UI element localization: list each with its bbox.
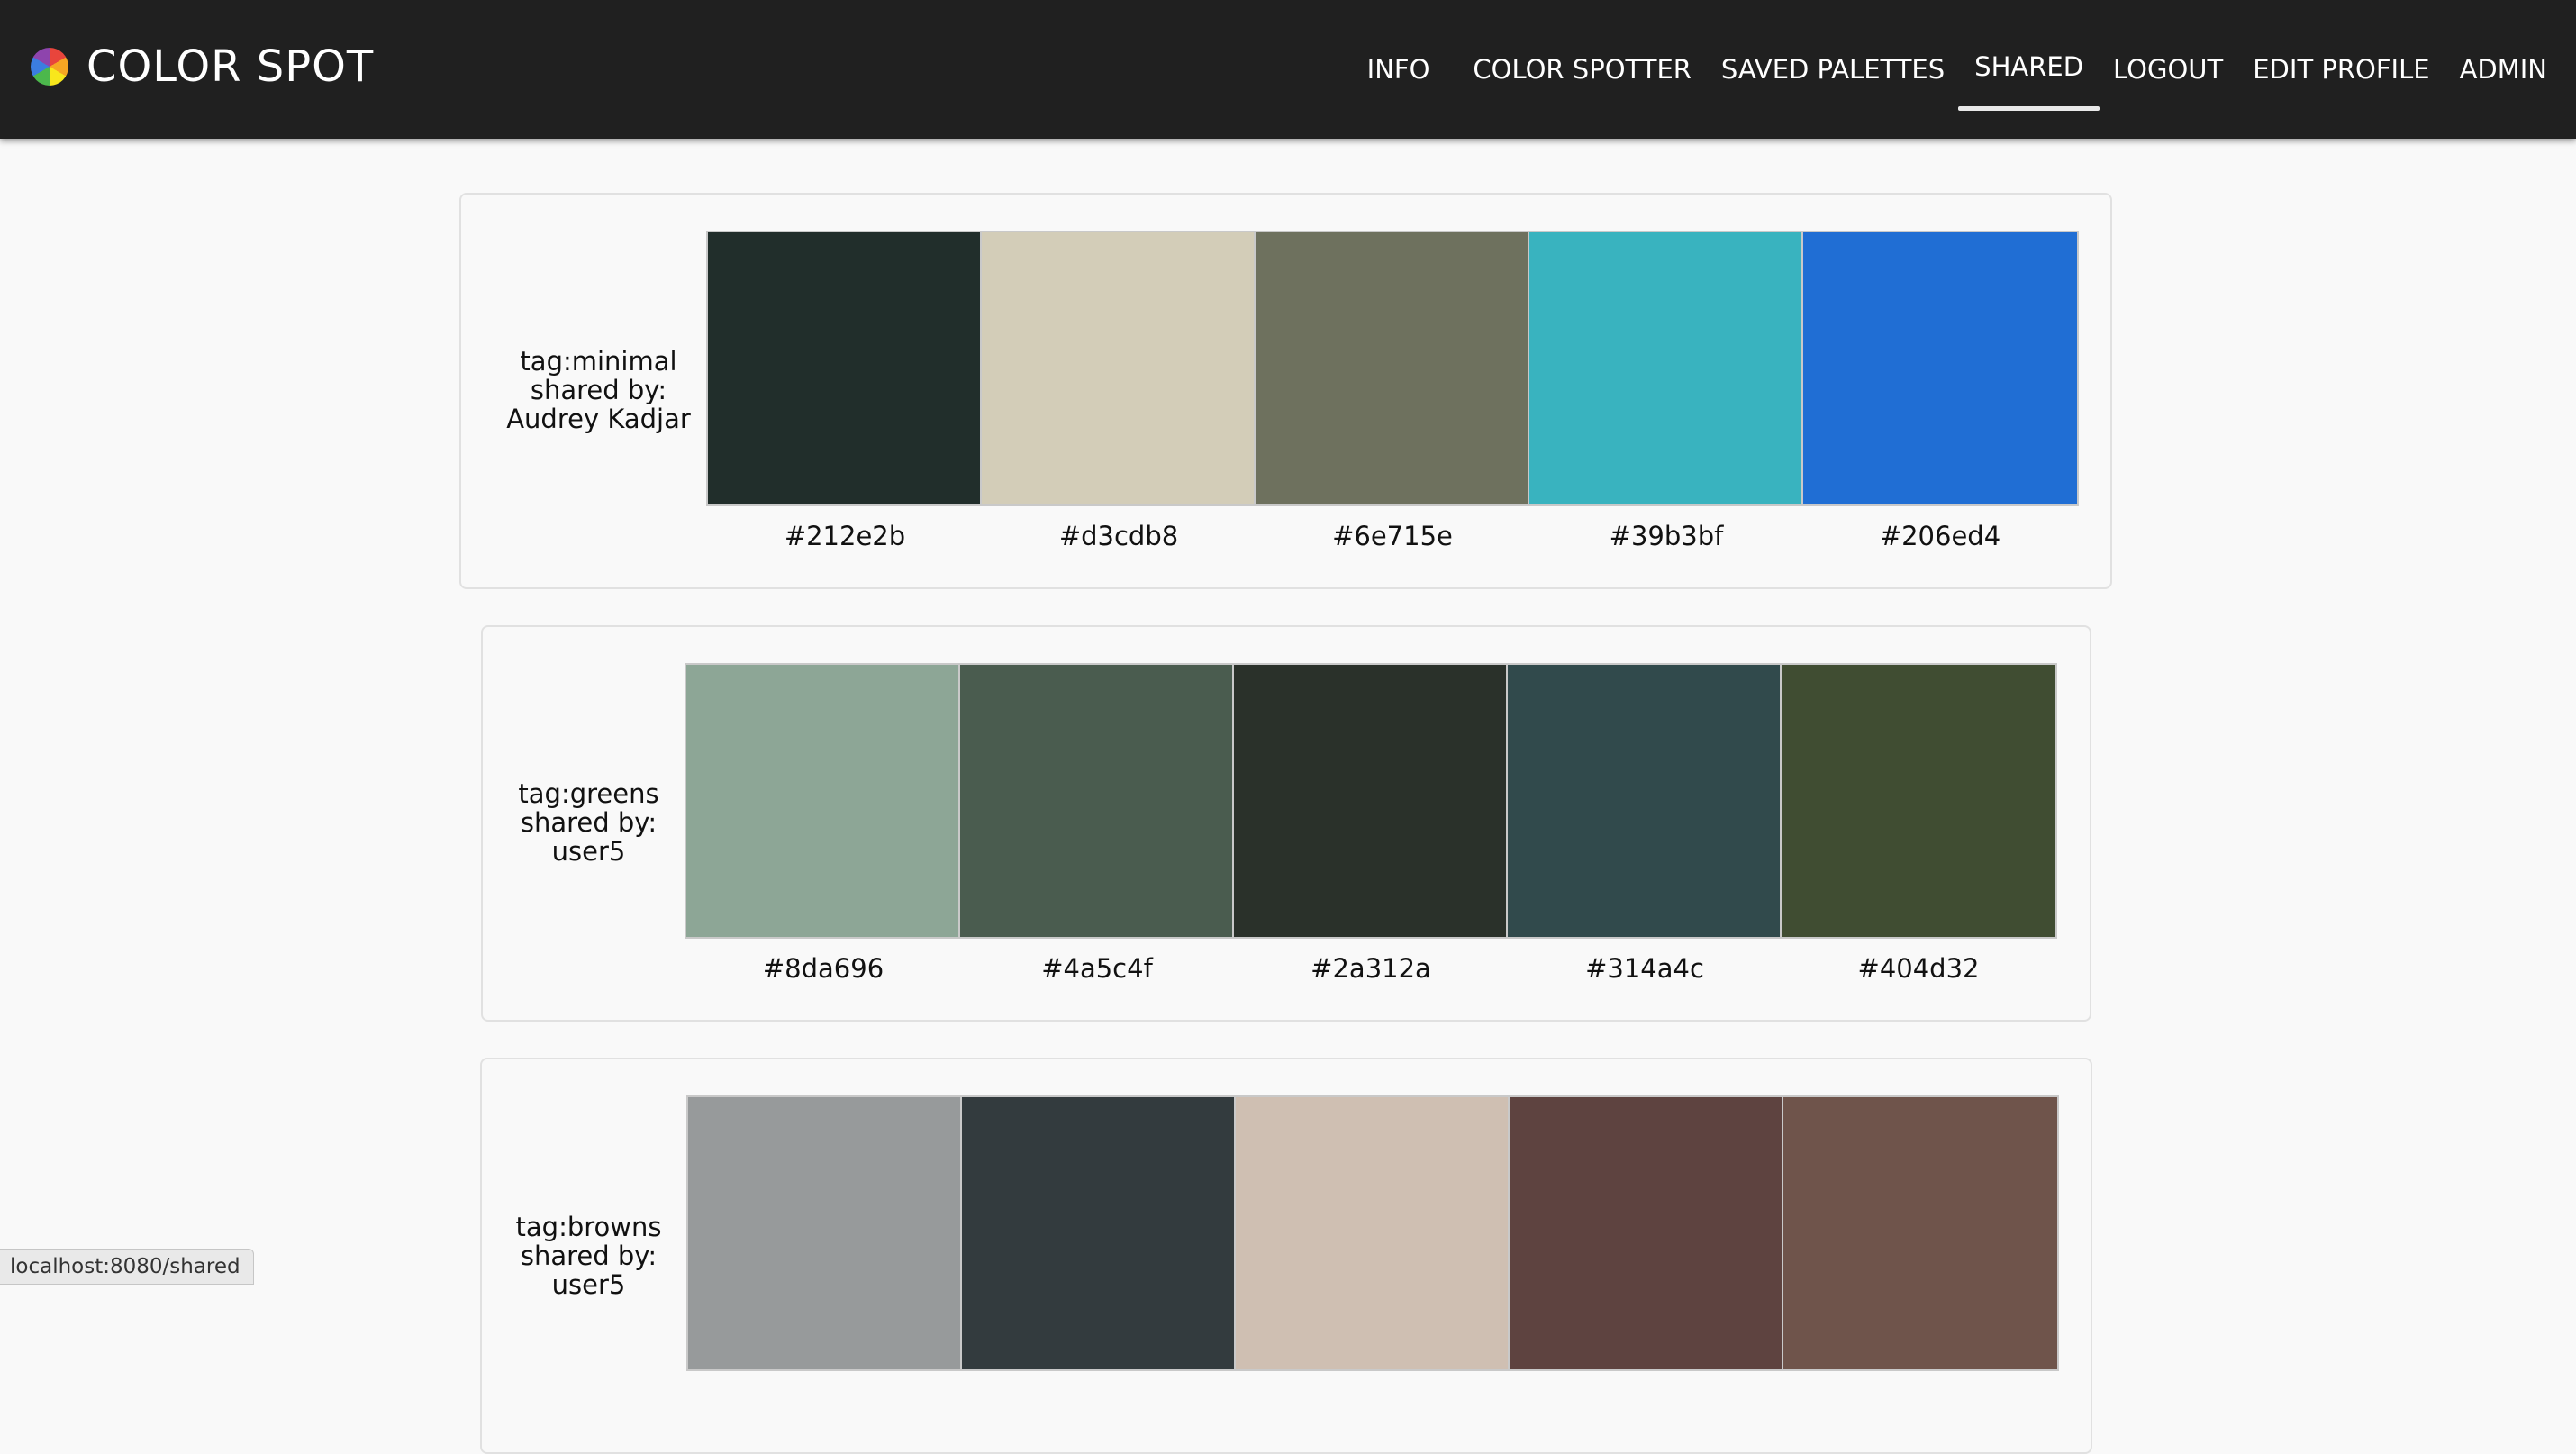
nav-logout[interactable]: LOGOUT: [2113, 45, 2223, 94]
color-swatch[interactable]: [708, 232, 982, 504]
top-navigation-bar: COLOR SPOT INFO COLOR SPOTTER SAVED PALE…: [0, 0, 2576, 139]
hex-label: #d3cdb8: [1058, 521, 1179, 551]
color-swatch[interactable]: [1803, 232, 2077, 504]
nav-admin[interactable]: ADMIN: [2460, 45, 2547, 94]
color-swatch[interactable]: [960, 665, 1234, 937]
nav-info[interactable]: INFO: [1367, 45, 1430, 94]
nav-edit-profile[interactable]: EDIT PROFILE: [2253, 45, 2429, 94]
hex-label: #8da696: [762, 953, 884, 984]
palette-tag: tag:greens: [518, 778, 659, 809]
palette-meta: tag:greens shared by: user5: [483, 779, 694, 866]
hex-label: #404d32: [1857, 953, 1980, 984]
color-swatch[interactable]: [1529, 232, 1803, 504]
palette-swatches: [686, 1095, 2059, 1371]
color-swatch[interactable]: [1510, 1097, 1783, 1369]
color-swatch[interactable]: [982, 232, 1256, 504]
shared-palettes-list: tag:minimal shared by: Audrey Kadjar #21…: [0, 139, 2576, 1454]
nav-color-spotter[interactable]: COLOR SPOTTER: [1473, 45, 1692, 94]
color-swatch[interactable]: [1234, 665, 1508, 937]
shared-by-label: shared by:: [530, 375, 667, 405]
color-swatch[interactable]: [1783, 1097, 2057, 1369]
brand-title: COLOR SPOT: [86, 41, 375, 92]
palette-tag: tag:minimal: [520, 346, 677, 377]
hex-label: #2a312a: [1311, 953, 1431, 984]
palette-swatches: [706, 231, 2079, 506]
hex-label: #39b3bf: [1609, 521, 1724, 551]
color-wheel-icon: [31, 48, 68, 86]
shared-by-user: user5: [551, 1269, 626, 1300]
color-swatch[interactable]: [1256, 232, 1529, 504]
shared-by-user: user5: [551, 836, 626, 867]
color-swatch[interactable]: [686, 665, 960, 937]
main-nav: INFO COLOR SPOTTER SAVED PALETTES SHARED…: [1367, 0, 2547, 139]
shared-by-label: shared by:: [520, 1240, 658, 1271]
nav-shared[interactable]: SHARED: [1958, 42, 2100, 111]
browser-status-url: localhost:8080/shared: [0, 1249, 254, 1285]
shared-by-user: Audrey Kadjar: [506, 404, 691, 434]
palette-swatches: [685, 663, 2057, 939]
hex-label: #314a4c: [1585, 953, 1704, 984]
palette-card: tag:greens shared by: user5 #8da696 #4a5…: [481, 625, 2091, 1022]
hex-labels: #212e2b #d3cdb8 #6e715e #39b3bf #206ed4: [708, 521, 2077, 551]
color-swatch[interactable]: [962, 1097, 1236, 1369]
palette-tag: tag:browns: [515, 1212, 662, 1242]
hex-label: #6e715e: [1332, 521, 1453, 551]
hex-label: #4a5c4f: [1041, 953, 1153, 984]
shared-by-label: shared by:: [520, 807, 658, 838]
palette-meta: tag:minimal shared by: Audrey Kadjar: [479, 347, 718, 433]
palette-card: tag:browns shared by: user5: [480, 1058, 2092, 1454]
nav-saved-palettes[interactable]: SAVED PALETTES: [1721, 45, 1945, 94]
brand[interactable]: COLOR SPOT: [31, 40, 374, 94]
color-swatch[interactable]: [1782, 665, 2055, 937]
palette-meta: tag:browns shared by: user5: [482, 1213, 695, 1299]
palette-card: tag:minimal shared by: Audrey Kadjar #21…: [459, 193, 2112, 589]
color-swatch[interactable]: [688, 1097, 962, 1369]
hex-labels: #8da696 #4a5c4f #2a312a #314a4c #404d32: [686, 953, 2055, 984]
color-swatch[interactable]: [1236, 1097, 1510, 1369]
hex-label: #206ed4: [1879, 521, 2001, 551]
hex-label: #212e2b: [784, 521, 906, 551]
color-swatch[interactable]: [1508, 665, 1782, 937]
